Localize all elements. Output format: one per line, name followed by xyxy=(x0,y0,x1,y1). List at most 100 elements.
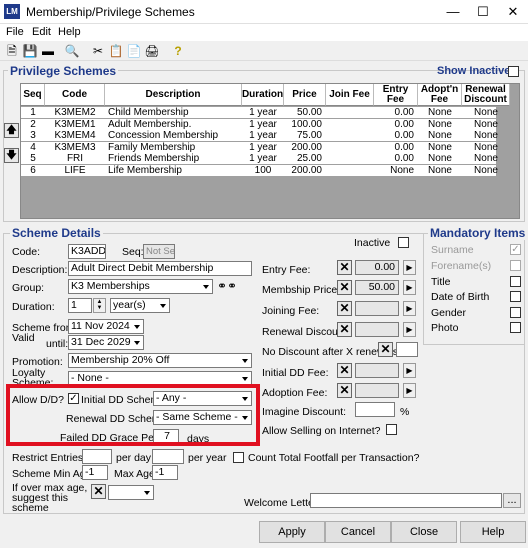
table-cell: K3MEM2 xyxy=(54,107,96,118)
table-cell: 0.00 xyxy=(394,130,414,141)
max-age-input[interactable]: -1 xyxy=(152,465,178,480)
promotion-select[interactable]: Membership 20% Off xyxy=(68,353,252,368)
menu-edit[interactable]: Edit xyxy=(32,26,51,38)
entries-per-day-input[interactable] xyxy=(82,449,112,464)
binoculars-icon[interactable]: ⚭⚭ xyxy=(217,279,237,293)
cancel-button[interactable]: Cancel xyxy=(325,521,391,543)
mandatory-photo-label: Photo xyxy=(431,322,459,334)
delete-icon[interactable]: ▬ xyxy=(40,43,56,59)
table-row[interactable]: 2 K3MEM1 Adult Membership. 1 year 100.00 0.00… xyxy=(21,118,498,130)
move-up-icon[interactable]: 🡅 xyxy=(4,123,19,138)
duration-unit-select[interactable]: year(s) xyxy=(110,298,170,313)
privilege-schemes-title: Privilege Schemes xyxy=(8,64,119,78)
table-cell: Adult Membership. xyxy=(108,118,192,130)
selling-internet-label: Allow Selling on Internet? xyxy=(262,425,381,437)
valid-until-date[interactable]: 31 Dec 2029 xyxy=(68,335,144,350)
table-row[interactable]: 5 FRI Friends Membership 1 year 25.00 0.00 Non… xyxy=(21,153,498,164)
help-button[interactable]: Help xyxy=(460,521,526,543)
clear-no-discount-icon[interactable]: ✕ xyxy=(378,342,393,357)
table-cell: None xyxy=(474,141,498,153)
maximize-icon[interactable]: ☐ xyxy=(468,0,498,24)
welcome-letter-input[interactable] xyxy=(310,493,502,508)
per-year-label: per year xyxy=(188,452,227,464)
clear-joining-fee-icon[interactable]: ✕ xyxy=(337,301,352,316)
minimize-icon[interactable]: — xyxy=(438,0,468,24)
mandatory-photo-checkbox[interactable] xyxy=(510,322,521,333)
clear-renewal-discount-icon[interactable]: ✕ xyxy=(337,322,352,337)
clear-over-age-icon[interactable]: ✕ xyxy=(91,484,106,499)
table-cell: None xyxy=(428,118,452,130)
over-age-scheme-select[interactable] xyxy=(108,485,154,500)
joining-fee-arrow-icon[interactable]: ▶ xyxy=(403,301,416,316)
mandatory-gender-label: Gender xyxy=(431,307,467,319)
menu-file[interactable]: File xyxy=(6,26,24,38)
seq-input[interactable]: Not Set xyxy=(143,244,175,259)
table-row[interactable]: 3 K3MEM4 Concession Membership 1 year 75.00 0… xyxy=(21,130,498,141)
initial-dd-fee-arrow-icon[interactable]: ▶ xyxy=(403,363,416,378)
group-select[interactable]: K3 Memberships xyxy=(68,279,213,294)
table-cell: Child Membership xyxy=(108,107,189,118)
clear-initial-dd-fee-icon[interactable]: ✕ xyxy=(337,363,352,378)
clear-adoption-fee-icon[interactable]: ✕ xyxy=(337,383,352,398)
price-input[interactable]: 50.00 xyxy=(355,280,399,295)
selling-internet-checkbox[interactable] xyxy=(386,424,397,435)
duration-label: Duration: xyxy=(12,301,55,313)
move-down-icon[interactable]: 🡇 xyxy=(4,148,19,163)
imagine-discount-input[interactable] xyxy=(355,402,395,417)
print-icon[interactable]: 🖨 xyxy=(144,43,160,59)
table-cell: LIFE xyxy=(64,164,86,176)
min-age-input[interactable]: -1 xyxy=(82,465,108,480)
menu-bar: File Edit Help xyxy=(0,24,528,41)
initial-dd-fee-input[interactable] xyxy=(355,363,399,378)
table-row[interactable]: 1 K3MEM2 Child Membership 1 year 50.00 0.00 No… xyxy=(21,107,498,118)
entries-per-year-input[interactable] xyxy=(152,449,184,464)
apply-button[interactable]: Apply xyxy=(259,521,325,543)
footfall-label: Count Total Footfall per Transaction? xyxy=(248,452,420,464)
mandatory-gender-checkbox[interactable] xyxy=(510,307,521,318)
code-label: Code: xyxy=(12,246,41,258)
entry-fee-arrow-icon[interactable]: ▶ xyxy=(403,260,416,275)
no-discount-input[interactable] xyxy=(396,342,418,357)
price-arrow-icon[interactable]: ▶ xyxy=(403,280,416,295)
table-row[interactable]: 4 K3MEM3 Family Membership 1 year 200.00 0.00… xyxy=(21,141,498,153)
mandatory-surname-checkbox: ✓ xyxy=(510,244,521,255)
table-cell: 200.00 xyxy=(291,141,322,153)
save-icon[interactable]: 💾 xyxy=(22,43,38,59)
over-age-label: If over max age, suggest this scheme xyxy=(12,482,88,514)
entry-fee-input[interactable]: 0.00 xyxy=(355,260,399,275)
menu-help[interactable]: Help xyxy=(58,26,81,38)
table-cell: 100.00 xyxy=(291,118,322,130)
col-seq: Seq xyxy=(21,84,45,106)
adoption-fee-arrow-icon[interactable]: ▶ xyxy=(403,383,416,398)
show-inactive-label: Show Inactive xyxy=(437,65,511,77)
duration-spinner[interactable]: ▲ ▼ xyxy=(93,298,106,313)
scheme-from-date[interactable]: 11 Nov 2024 xyxy=(68,319,144,334)
mandatory-forename-checkbox xyxy=(510,260,521,271)
cut-icon[interactable]: ✂ xyxy=(90,43,106,59)
code-input[interactable]: K3ADDD xyxy=(68,244,106,259)
description-input[interactable]: Adult Direct Debit Membership xyxy=(68,261,252,276)
copy-icon[interactable]: 📋 xyxy=(108,43,124,59)
mandatory-dob-checkbox[interactable] xyxy=(510,291,521,302)
browse-button[interactable]: ... xyxy=(503,493,521,508)
show-inactive-checkbox[interactable] xyxy=(508,66,519,77)
table-row[interactable]: 6 LIFE Life Membership 100 200.00 None None Non… xyxy=(21,164,498,176)
renewal-discount-arrow-icon[interactable]: ▶ xyxy=(403,322,416,337)
new-icon[interactable]: 🗎 xyxy=(4,43,20,59)
renewal-discount-input[interactable] xyxy=(355,322,399,337)
table-cell: 50.00 xyxy=(296,107,322,118)
clear-entry-fee-icon[interactable]: ✕ xyxy=(337,260,352,275)
close-button[interactable]: Close xyxy=(391,521,457,543)
paste-icon[interactable]: 📄 xyxy=(126,43,142,59)
mandatory-title-checkbox[interactable] xyxy=(510,276,521,287)
joining-fee-input[interactable] xyxy=(355,301,399,316)
adoption-fee-input[interactable] xyxy=(355,383,399,398)
clear-price-icon[interactable]: ✕ xyxy=(337,280,352,295)
footfall-checkbox[interactable] xyxy=(233,452,244,463)
mandatory-surname-label: Surname xyxy=(431,244,474,256)
help-icon[interactable]: ? xyxy=(170,43,186,59)
inactive-checkbox[interactable] xyxy=(398,237,409,248)
close-icon[interactable]: ✕ xyxy=(498,0,528,24)
duration-input[interactable]: 1 xyxy=(68,298,92,313)
find-icon[interactable]: 🔍 xyxy=(64,43,80,59)
